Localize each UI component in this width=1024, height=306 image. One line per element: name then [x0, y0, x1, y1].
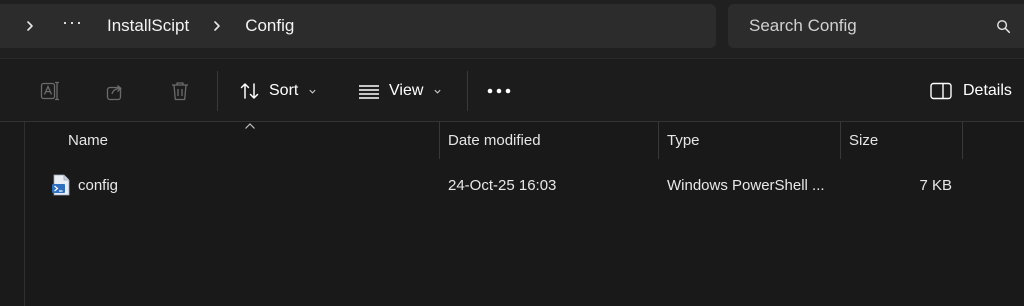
column-divider[interactable]: [658, 122, 659, 159]
rename-icon[interactable]: [40, 80, 62, 102]
address-bar[interactable]: ··· InstallScipt Config: [0, 4, 716, 48]
sort-ascending-icon: [245, 123, 255, 129]
navigation-pane[interactable]: [0, 122, 25, 306]
details-pane-icon: [930, 82, 952, 100]
file-type: Windows PowerShell ...: [667, 176, 825, 194]
toolbar-divider: [467, 71, 468, 111]
view-label: View: [389, 82, 424, 99]
file-name: config: [78, 176, 119, 194]
sort-label: Sort: [269, 82, 299, 99]
column-divider[interactable]: [962, 122, 963, 159]
sort-button[interactable]: Sort: [239, 75, 317, 107]
chevron-right-icon[interactable]: [211, 20, 223, 32]
chevron-right-icon[interactable]: [24, 20, 36, 32]
column-header-row: Name Date modified Type Size: [25, 122, 1024, 159]
column-header-date-modified[interactable]: Date modified: [448, 122, 541, 159]
search-icon[interactable]: [996, 19, 1011, 34]
search-input[interactable]: [747, 15, 981, 37]
breadcrumb-config[interactable]: Config: [245, 16, 294, 36]
toolbar-divider: [217, 71, 218, 111]
file-date-modified: 24-Oct-25 16:03: [448, 176, 557, 194]
sort-icon: [240, 83, 259, 99]
file-size: 7 KB: [919, 176, 952, 194]
delete-icon[interactable]: [169, 80, 191, 102]
column-header-name[interactable]: Name: [68, 122, 108, 159]
details-label: Details: [963, 82, 1012, 99]
breadcrumb-overflow-button[interactable]: ···: [58, 13, 87, 31]
column-divider[interactable]: [439, 122, 440, 159]
file-list: Name Date modified Type Size config 24-O…: [25, 122, 1024, 306]
navigation-bar: ··· InstallScipt Config: [0, 0, 1024, 58]
chevron-down-icon: [434, 89, 441, 94]
chevron-down-icon: [309, 89, 316, 94]
more-horizontal-icon: [487, 88, 511, 94]
share-icon[interactable]: [105, 80, 127, 102]
view-button[interactable]: View: [357, 75, 442, 107]
column-header-type[interactable]: Type: [667, 122, 700, 159]
details-pane-button[interactable]: Details: [930, 75, 1012, 107]
file-explorer-window: ··· InstallScipt Config Search Config So…: [0, 0, 1024, 306]
view-list-icon: [359, 85, 379, 99]
breadcrumb-installscipt[interactable]: InstallScipt: [107, 16, 189, 36]
column-header-size[interactable]: Size: [849, 122, 878, 159]
search-box[interactable]: [728, 4, 1024, 48]
column-divider[interactable]: [840, 122, 841, 159]
more-options-button[interactable]: [486, 81, 512, 101]
command-bar: Sort View Details: [0, 58, 1024, 122]
powershell-script-icon: [52, 174, 70, 196]
file-row[interactable]: config 24-Oct-25 16:03 Windows PowerShel…: [25, 168, 1024, 202]
